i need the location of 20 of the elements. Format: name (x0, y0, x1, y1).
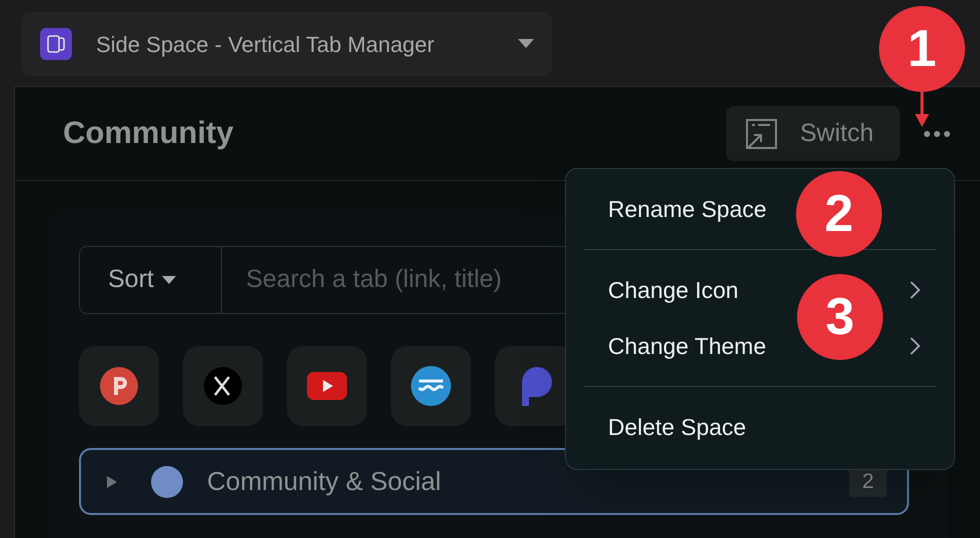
sidebar-app-icon (40, 28, 72, 60)
pinned-tab[interactable] (79, 346, 159, 426)
more-icon (924, 130, 950, 136)
switch-button[interactable]: Switch (726, 106, 900, 161)
step-number-badge: 1 (879, 6, 965, 92)
menu-item[interactable]: Change Theme (608, 328, 766, 364)
wave-favicon-icon (411, 366, 451, 406)
pinned-tab[interactable] (391, 346, 471, 426)
play-favicon-icon (307, 372, 347, 400)
extension-title: Side Space - Vertical Tab Manager (96, 30, 436, 59)
group-name: Community & Social (207, 465, 442, 498)
space-title: Community (63, 114, 234, 152)
extension-picker[interactable]: Side Space - Vertical Tab Manager (22, 12, 552, 76)
x-favicon-icon (204, 367, 242, 405)
menu-item[interactable]: Rename Space (608, 192, 767, 226)
caret-icon (518, 39, 534, 49)
menu-item[interactable]: Change Icon (608, 272, 738, 308)
open-in-icon (744, 118, 778, 150)
letter-p-favicon-icon (100, 367, 138, 405)
menu-item[interactable]: Delete Space (608, 410, 746, 444)
